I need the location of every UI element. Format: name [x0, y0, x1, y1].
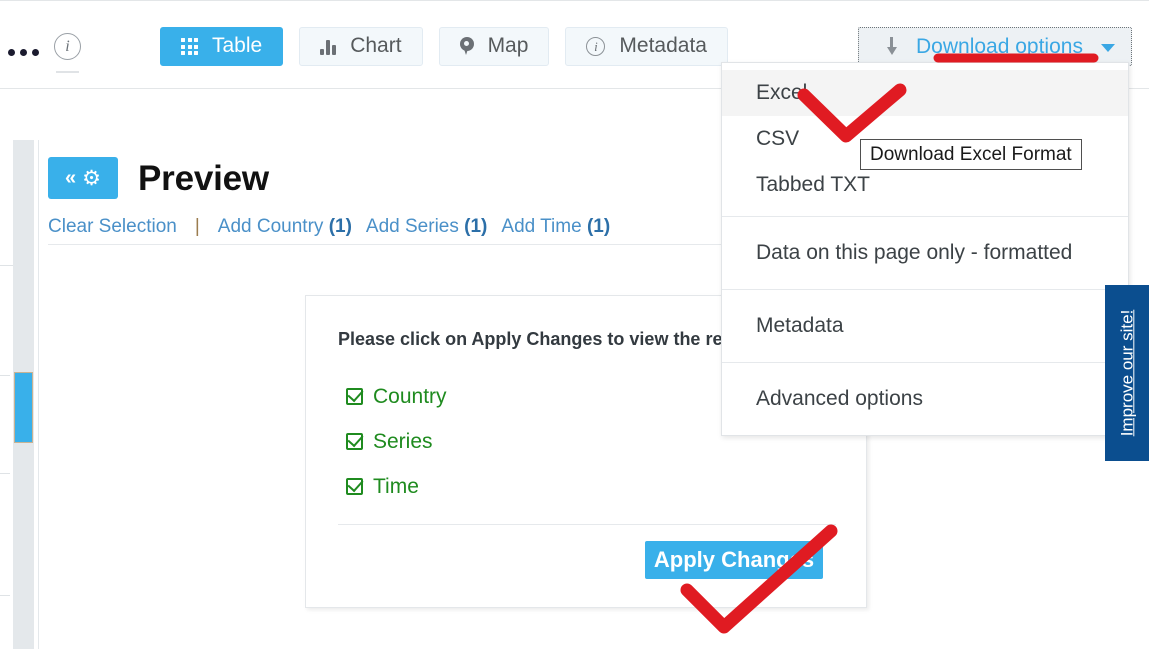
- add-series-count: (1): [464, 216, 488, 237]
- tab-chart[interactable]: Chart: [299, 27, 423, 66]
- menu-group-metadata: Metadata: [722, 290, 1128, 363]
- gear-icon: ⚙: [82, 166, 101, 190]
- download-arrow-icon: [885, 37, 898, 56]
- vertical-scrollbar-thumb[interactable]: [14, 372, 33, 443]
- menu-group-advanced: Advanced options: [722, 363, 1128, 435]
- add-country-link[interactable]: Add Country (1): [218, 216, 352, 238]
- tab-table[interactable]: Table: [160, 27, 284, 66]
- tab-chart-label: Chart: [350, 34, 402, 57]
- preview-header: « ⚙ Preview: [48, 157, 269, 199]
- menu-item-data-on-this-page-only-formatted[interactable]: Data on this page only - formatted: [722, 217, 1128, 289]
- checklist-item-label: Time: [373, 474, 419, 498]
- ellipsis-icon[interactable]: [8, 49, 39, 56]
- check-box-icon: [346, 433, 363, 450]
- info-circle-icon[interactable]: i: [54, 33, 81, 60]
- apply-changes-button[interactable]: Apply Changes: [645, 541, 823, 579]
- double-chevron-left-icon: «: [65, 167, 77, 189]
- add-time-link[interactable]: Add Time (1): [501, 216, 610, 238]
- tab-metadata[interactable]: i Metadata: [565, 27, 728, 66]
- add-time-count: (1): [586, 216, 611, 237]
- download-options-menu: Excel CSV Tabbed TXT Data on this page o…: [721, 62, 1129, 436]
- checklist-item-time: Time: [346, 464, 447, 509]
- collapse-settings-button[interactable]: « ⚙: [48, 157, 118, 199]
- page-title: Preview: [138, 158, 269, 198]
- tab-metadata-label: Metadata: [619, 34, 707, 57]
- add-country-count: (1): [328, 216, 352, 237]
- add-time-label: Add Time: [501, 216, 582, 237]
- selection-links-row: Clear Selection | Add Country (1) Add Se…: [48, 216, 610, 238]
- download-options-label: Download options: [916, 34, 1083, 58]
- tab-map-label: Map: [487, 34, 529, 57]
- bar-chart-icon: [320, 38, 337, 55]
- app-root: i Table Chart Map i Metadata Download op…: [0, 0, 1149, 649]
- info-icon: i: [586, 37, 606, 56]
- map-pin-icon: [459, 37, 474, 56]
- check-box-icon: [346, 388, 363, 405]
- menu-group-page-data: Data on this page only - formatted: [722, 217, 1128, 290]
- checklist-item-label: Country: [373, 384, 447, 408]
- improve-our-site-label: Improve our site!: [1117, 309, 1137, 437]
- tab-map[interactable]: Map: [438, 27, 550, 66]
- grid-icon: [181, 38, 198, 55]
- info-underline-divider: [56, 71, 79, 73]
- check-box-icon: [346, 478, 363, 495]
- improve-our-site-tab[interactable]: Improve our site!: [1105, 285, 1149, 461]
- menu-item-excel[interactable]: Excel: [722, 70, 1128, 116]
- add-series-label: Add Series: [365, 216, 459, 237]
- checklist-item-series: Series: [346, 419, 447, 464]
- tooltip-download-excel-format: Download Excel Format: [860, 139, 1082, 170]
- tab-table-label: Table: [212, 34, 263, 57]
- checklist-item-label: Series: [373, 429, 433, 453]
- add-series-link[interactable]: Add Series (1): [366, 216, 487, 238]
- checklist-item-country: Country: [346, 374, 447, 419]
- chevron-down-icon: [1100, 44, 1115, 52]
- dialog-checklist: Country Series Time: [346, 374, 447, 509]
- view-mode-tabs: Table Chart Map i Metadata: [160, 27, 728, 66]
- menu-item-metadata[interactable]: Metadata: [722, 290, 1128, 362]
- dialog-divider: [338, 524, 836, 525]
- download-options-button[interactable]: Download options: [858, 27, 1132, 66]
- dialog-message: Please click on Apply Changes to view th…: [338, 329, 758, 349]
- menu-item-advanced-options[interactable]: Advanced options: [722, 363, 1128, 435]
- add-country-label: Add Country: [217, 216, 324, 237]
- clear-selection-link[interactable]: Clear Selection: [48, 216, 177, 238]
- links-separator: |: [194, 216, 200, 237]
